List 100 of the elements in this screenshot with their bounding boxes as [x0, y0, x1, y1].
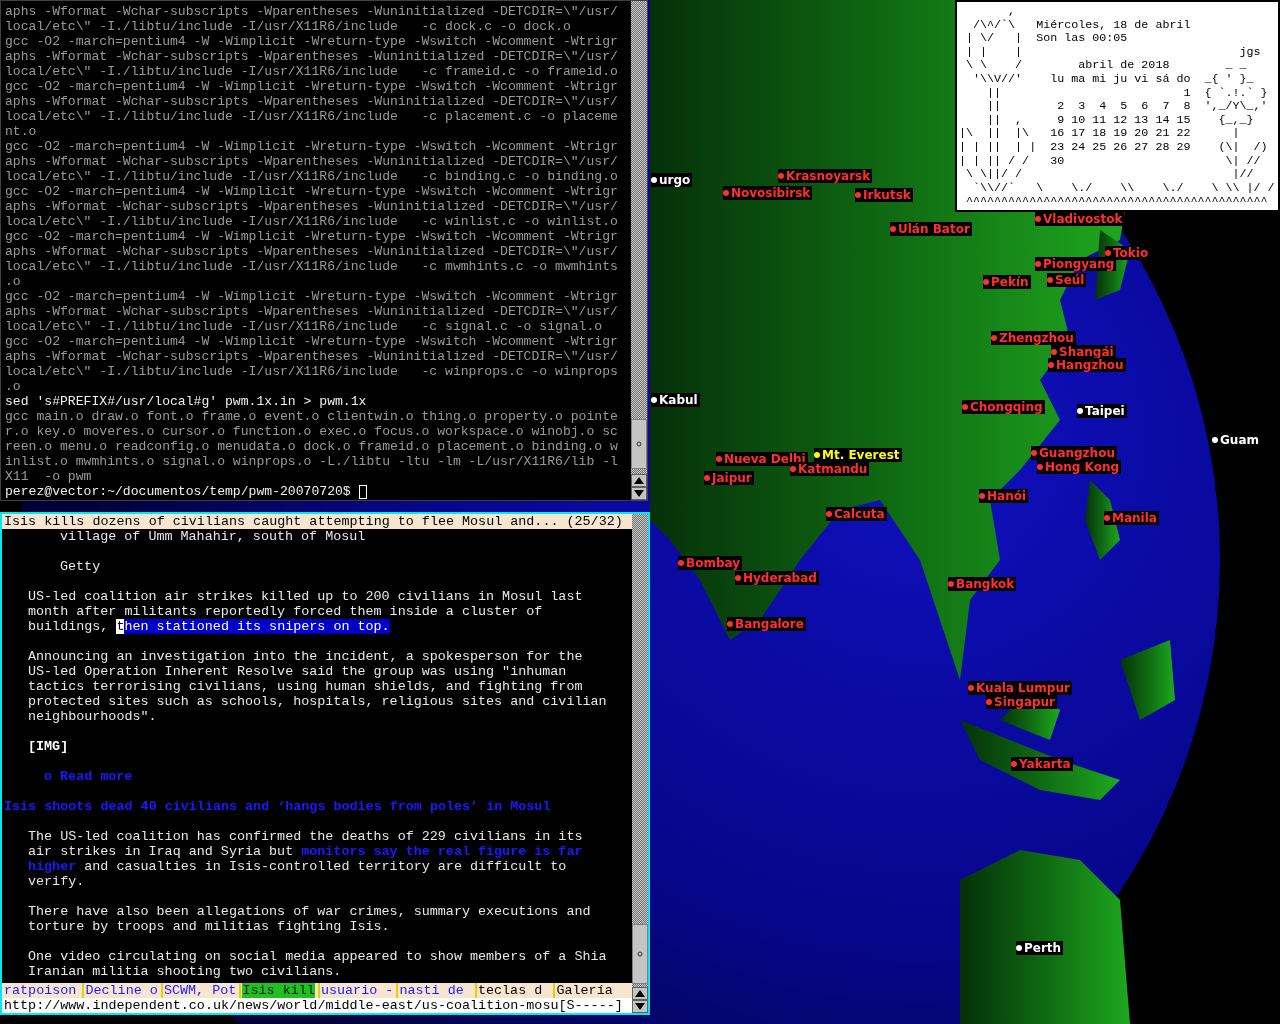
terminal-line: local/etc\" -I./libtu/include -I/usr/X11R6/include -c winprops.c -o winprops [5, 364, 618, 379]
image-caption: Getty [59, 559, 101, 574]
city-name: Pekín [990, 275, 1030, 289]
terminal-line: local/etc\" -I./libtu/include -I/usr/X11R6/include -c winlist.c -o winlist.o [5, 214, 618, 229]
terminal-line: aphs -Wformat -Wchar-subscripts -Wparentheses -Wuninitialized -DETCDIR=\"/usr/ [5, 49, 618, 64]
city-name: Bangkok [955, 577, 1016, 591]
terminal-line: gcc -O2 -march=pentium4 -W -Wimplicit -Wreturn-type -Wswitch -Wcomment -Wtrigr [5, 289, 618, 304]
scroll-up-button[interactable] [631, 474, 647, 487]
terminal-line: inlist.o mwmhints.o signal.o winprops.o -L./libtu -ltu -lm -L/usr/X11R6/lib -l [5, 454, 618, 469]
city-name: Piongyang [1042, 257, 1116, 271]
calendar-line: \ \||/ / |// [965, 168, 1254, 182]
terminal-cursor [358, 484, 367, 499]
scroll-down-button[interactable] [632, 1000, 648, 1013]
terminal-line: aphs -Wformat -Wchar-subscripts -Wparentheses -Wuninitialized -DETCDIR=\"/usr/ [5, 199, 618, 214]
terminal-line: X11 -o pwm [5, 469, 92, 484]
scroll-down-button[interactable] [631, 487, 647, 500]
city-name: Ulán Bator [897, 222, 971, 236]
terminal-line: sed 's#PREFIX#/usr/local#g' pwm.1x.in > pwm.1x [5, 394, 367, 409]
grip-dot-icon [637, 951, 643, 957]
page-title-bar: Isis kills dozens of civilians caught attempting to flee Mosul and... (25/32) [2, 514, 632, 529]
terminal-line: aphs -Wformat -Wchar-subscripts -Wparentheses -Wuninitialized -DETCDIR=\"/usr/ [5, 94, 618, 109]
city-name: Bangalore [734, 617, 805, 631]
city-name: Novosibirsk [730, 186, 812, 200]
city-name: Kabul [658, 393, 699, 407]
city-name: Taipei [1084, 404, 1126, 418]
triangle-up-icon [635, 990, 645, 997]
calendar-line: | | || / / 30 \| // [959, 154, 1261, 169]
terminal-line: gcc -O2 -march=pentium4 -W -Wimplicit -Wreturn-type -Wswitch -Wcomment -Wtrigr [5, 139, 618, 154]
calendar-line: || 2 3 4 5 6 7 8 ',_/Y\_,' [986, 100, 1268, 114]
city-name: Hangzhou [1055, 358, 1125, 372]
city-name: Seúl [1054, 273, 1086, 287]
city-name: Hyderabad [742, 571, 818, 585]
city-name: Shangái [1059, 345, 1114, 359]
city-name: Calcuta [833, 507, 886, 521]
city-name: Bombay [685, 556, 742, 570]
calendar-line: || 1 { `.!.` } [986, 86, 1268, 101]
terminal-line: local/etc\" -I./libtu/include -I/usr/X11R6/include -c signal.c -o signal.o [5, 319, 603, 334]
city-name: Chongqing [969, 400, 1044, 414]
scrollbar[interactable] [631, 1, 647, 500]
scrollbar-thumb[interactable] [632, 924, 648, 984]
calendar-line: , [1007, 5, 1016, 19]
shell-prompt: perez@vector:~/documentos/temp/pwm-20070720$ [5, 484, 351, 499]
city-name: Hanói [986, 489, 1028, 503]
city-name: Krasnoyarsk [785, 169, 872, 183]
terminal-line: local/etc\" -I./libtu/include -I/usr/X11R6/include -c binding.c -o binding.o [5, 169, 618, 184]
city-name: Zhengzhou [998, 331, 1075, 345]
image-caption: village of Umm Mahahir, south of Mosul [59, 529, 366, 544]
scroll-up-button[interactable] [632, 987, 648, 1000]
calendar-line: \ \ / abril de 2018 _ _ [965, 59, 1247, 73]
tab-label: Galería [556, 983, 613, 998]
triangle-down-icon [635, 1003, 645, 1010]
calendar-line: '\\V//' lu ma mi ju vi sá do _{ ' }_ [972, 72, 1254, 87]
image-placeholder-text: [IMG] [27, 739, 69, 754]
city-name: Jaipur [711, 471, 753, 485]
calendar-line: | \/ | Son las 00:05 [965, 32, 1128, 46]
terminal-line: gcc -O2 -march=pentium4 -W -Wimplicit -Wreturn-type -Wswitch -Wcomment -Wtrigr [5, 334, 618, 349]
calendar-line: |\ || |\ 16 17 18 19 20 21 22 | [959, 127, 1240, 141]
terminal-line: nt.o [5, 124, 37, 139]
terminal-line: local/etc\" -I./libtu/include -I/usr/X11R6/include -c dock.c -o dock.o [5, 19, 571, 34]
scrollbar[interactable] [632, 514, 648, 1013]
tab-label: teclas d [477, 983, 543, 998]
terminal-line: gcc -O2 -march=pentium4 -W -Wimplicit -Wreturn-type -Wswitch -Wcomment -Wtrigr [5, 79, 618, 94]
city-name: Irkutsk [862, 188, 912, 202]
calendar-line: | | || | | 23 24 25 26 27 28 29 (\| /) [959, 140, 1268, 155]
city-name: Tokio [1113, 246, 1150, 260]
triangle-up-icon [634, 477, 644, 484]
calendar-line: /\^/`\ Miércoles, 18 de abril [972, 18, 1191, 33]
calendar-line: | | | jgs [965, 45, 1261, 60]
city-name: urgo [658, 173, 692, 187]
terminal-line: aphs -Wformat -Wchar-subscripts -Wparentheses -Wuninitialized -DETCDIR=\"/usr/ [5, 154, 618, 169]
scrollbar-thumb[interactable] [631, 419, 647, 469]
city-name: Guangzhou [1038, 446, 1116, 460]
terminal-line: local/etc\" -I./libtu/include -I/usr/X11R6/include -c mwmhints.c -o mwmhints [5, 259, 618, 274]
terminal-line: reen.o menu.o readconfig.o menudata.o dock.o frameid.o placement.o binding.o w [5, 439, 618, 454]
terminal-line: gcc -O2 -march=pentium4 -W -Wimplicit -Wreturn-type -Wswitch -Wcomment -Wtrigr [5, 229, 618, 244]
city-name: Hong Kong [1044, 460, 1121, 474]
article-paragraph: Announcing an investigation into the incident, a spokesperson for the US-led Operation Inherent Resolve said the group was using "inhuman tactics terrorising civilians, using human shields, and fighting from protected sites such as schools, hospitals, religious sites and civilian neighbourhoods". [27, 649, 607, 724]
terminal-line: local/etc\" -I./libtu/include -I/usr/X11R6/include -c frameid.c -o frameid.o [5, 64, 618, 79]
article-paragraph: One video circulating on social media appeared to show members of a Shia Iranian militia shooting two civilians. [27, 949, 607, 979]
city-name: Mt. Everest [821, 448, 901, 462]
terminal-line: .o [5, 379, 21, 394]
terminal-line: gcc -O2 -march=pentium4 -W -Wimplicit -Wreturn-type -Wswitch -Wcomment -Wtrigr [5, 34, 618, 49]
city-name: Guam [1219, 433, 1260, 447]
article-paragraph: The US-led coalition has confirmed the deaths of 229 civilians in its air strikes in Iraq and Syria but monitors say the real figure is far higher and casualties in Isis-controlled territory are difficult to verify. [27, 829, 583, 889]
article-paragraph: US-led coalition air strikes killed up to 200 civilians in Mosul last month after militants reportedly forced them inside a cluster of buildings, then stationed its snipers on top. [27, 589, 583, 634]
city-name: Vladivostok [1042, 212, 1124, 226]
terminal-line: local/etc\" -I./libtu/include -I/usr/X11R6/include -c placement.c -o placeme [5, 109, 618, 124]
triangle-down-icon [634, 490, 644, 497]
terminal-line: gcc -O2 -march=pentium4 -W -Wimplicit -Wreturn-type -Wswitch -Wcomment -Wtrigr [5, 184, 618, 199]
city-name: Yakarta [1018, 757, 1072, 771]
terminal-line: aphs -Wformat -Wchar-subscripts -Wparentheses -Wuninitialized -DETCDIR=\"/usr/ [5, 304, 618, 319]
city-name: Singapur [993, 695, 1057, 709]
selected-text: hen stationed its snipers on top. [124, 619, 390, 634]
grip-dot-icon [636, 441, 642, 447]
city-name: Kuala Lumpur [975, 681, 1071, 695]
status-url: http://www.independent.co.uk/news/world/middle-east/us-coalition-mosu[S-----] [2, 998, 632, 1013]
terminal-line: .o [5, 274, 21, 289]
terminal-line: aphs -Wformat -Wchar-subscripts -Wparentheses -Wuninitialized -DETCDIR=\"/usr/ [5, 349, 618, 364]
calendar-line: || , 9 10 11 12 13 14 15 {_,_} [986, 113, 1254, 128]
calendar-line: `\\//` \ \./ \\ \./ \ \\ |/ / [972, 181, 1275, 196]
